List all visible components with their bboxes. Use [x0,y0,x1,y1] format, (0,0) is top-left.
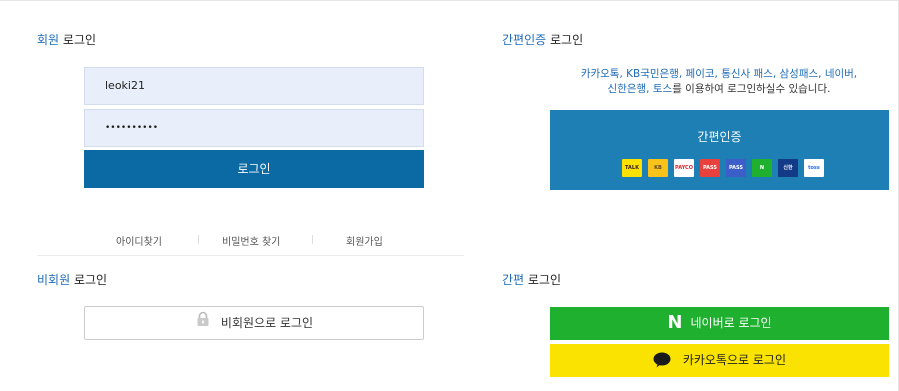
guest-title-accent: 비회원 [37,273,71,287]
kakao-talk-icon [653,352,683,367]
provider-logo-6: 신한 [778,159,798,177]
easy-auth-description: 카카오톡, KB국민은행, 페이코, 통신사 패스, 삼성패스, 네이버, 신한… [550,67,888,97]
simple-login-title: 간편 로그인 [502,271,561,288]
guest-login-button[interactable]: 비회원으로 로그인 [84,306,424,340]
naver-icon: N [667,312,683,333]
provider-logo-3: PASS [700,159,720,177]
easy-auth-title: 간편인증 로그인 [502,31,583,48]
easy-auth-label: 간편인증 [697,130,742,144]
find-password-link[interactable]: 비밀번호 찾기 [222,233,280,248]
naver-login-button[interactable]: N 네이버로 로그인 [550,307,889,340]
simple-title-accent: 간편 [502,273,525,287]
provider-logo-2: PAYCO [674,159,694,177]
account-links: 아이디찾기 비밀번호 찾기 회원가입 [84,233,424,248]
kakao-login-button[interactable]: 카카오톡으로 로그인 [550,344,889,377]
password-input[interactable]: •••••••••• [84,109,424,147]
naver-login-label: 네이버로 로그인 [690,316,772,330]
user-id-input[interactable]: leoki21 [84,67,424,105]
easy-auth-button[interactable]: 간편인증 TALK KB PAYCO PASS PASS N 신한 toss [550,110,889,190]
provider-logo-5: N [752,159,772,177]
signup-link[interactable]: 회원가입 [346,233,383,248]
member-title-rest: 로그인 [59,33,97,47]
provider-logos: TALK KB PAYCO PASS PASS N 신한 toss [622,159,824,177]
simple-title-rest: 로그인 [524,273,562,287]
provider-logo-1: KB [648,159,668,177]
guest-login-title: 비회원 로그인 [37,271,107,288]
kakao-login-label: 카카오톡으로 로그인 [682,353,786,367]
easy-auth-title-rest: 로그인 [546,33,584,47]
desc-providers-1: 카카오톡, KB국민은행, 페이코, 통신사 패스, 삼성패스, 네이버, [580,68,858,80]
member-title-accent: 회원 [37,33,60,47]
guest-title-rest: 로그인 [70,273,108,287]
member-login-title: 회원 로그인 [37,31,96,48]
section-divider [37,255,464,256]
lock-icon [195,307,211,339]
provider-logo-0: TALK [622,159,642,177]
desc-rest: 를 이용하여 로그인하실수 있습니다. [672,83,831,95]
login-button[interactable]: 로그인 [84,150,424,188]
provider-logo-4: PASS [726,159,746,177]
desc-providers-2: 신한은행, 토스 [607,83,673,95]
divider [198,235,199,244]
divider [312,235,313,244]
guest-login-label: 비회원으로 로그인 [220,316,314,330]
provider-logo-7: toss [804,159,824,177]
easy-auth-title-accent: 간편인증 [502,33,547,47]
find-id-link[interactable]: 아이디찾기 [116,233,162,248]
